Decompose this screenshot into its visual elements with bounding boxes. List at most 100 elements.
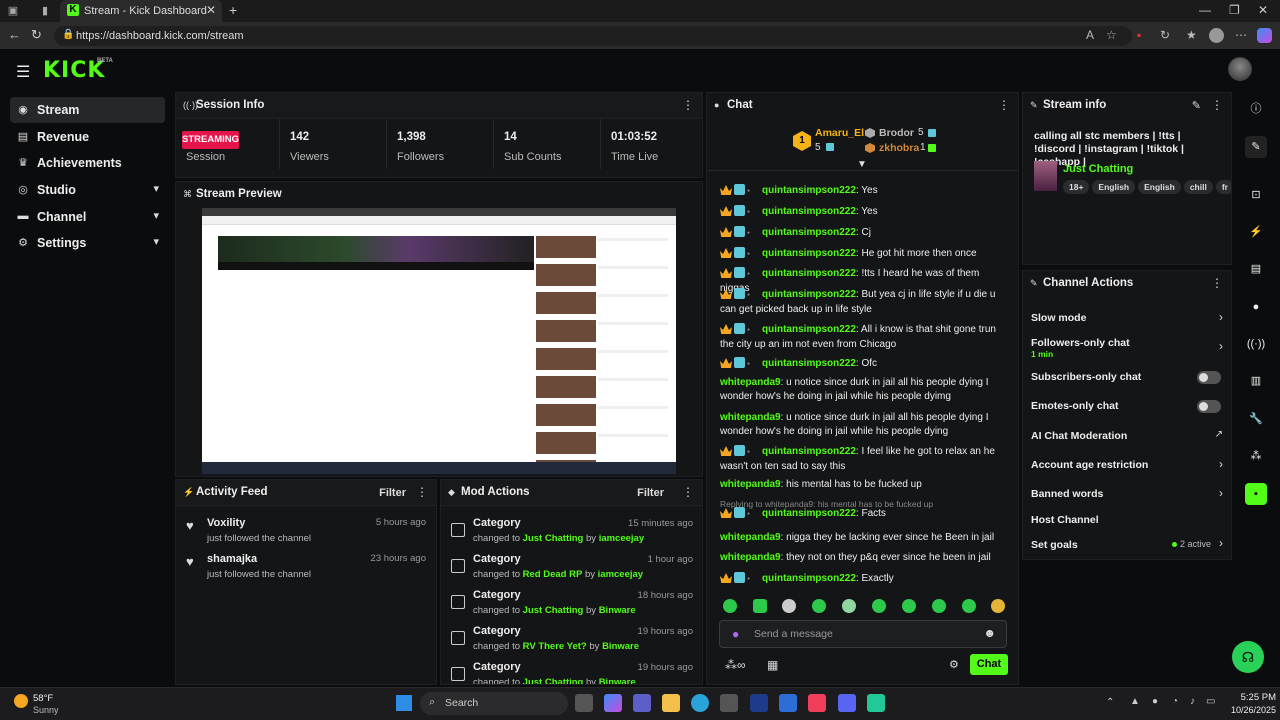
close-tab-icon[interactable]: ✕	[206, 3, 216, 17]
more-options-icon[interactable]: ⋮	[1211, 98, 1223, 112]
slow-mode-row[interactable]: Slow mode	[1031, 312, 1221, 324]
account-age-row[interactable]: Account age restriction	[1031, 459, 1221, 471]
headset-support-icon[interactable]: ☊	[1232, 641, 1264, 673]
chat-username[interactable]: quintansimpson222	[762, 248, 856, 259]
emote-icon[interactable]	[962, 599, 976, 613]
emote-icon[interactable]	[842, 599, 856, 613]
windows-start-icon[interactable]	[396, 695, 412, 711]
app-2-icon[interactable]	[867, 694, 885, 712]
favorite-star-icon[interactable]: ☆	[1106, 28, 1117, 42]
chat-username[interactable]: quintansimpson222	[762, 289, 856, 300]
chat-username[interactable]: quintansimpson222	[762, 358, 856, 369]
copilot-taskbar-icon[interactable]	[604, 694, 622, 712]
chat-rail-icon[interactable]: ●	[1245, 296, 1267, 318]
ai-moderation-row[interactable]: AI Chat Moderation	[1031, 430, 1221, 442]
chat-username[interactable]: whitepanda9	[720, 412, 781, 423]
chat-username[interactable]: whitepanda9	[720, 532, 781, 543]
task-view-icon[interactable]	[575, 694, 593, 712]
collapse-gifters-icon[interactable]: ▼	[857, 159, 867, 170]
chat-username[interactable]: quintansimpson222	[762, 268, 856, 279]
file-explorer-icon[interactable]	[662, 694, 680, 712]
sidebar-item-channel[interactable]: ▬ Channel ▾	[10, 204, 165, 230]
hamburger-menu-icon[interactable]: ☰	[16, 62, 30, 82]
microphone-tray-icon[interactable]: ●	[1152, 696, 1158, 707]
store-icon[interactable]	[720, 694, 738, 712]
chat-username[interactable]: quintansimpson222	[762, 227, 856, 238]
refresh-extension-icon[interactable]: ↻	[1160, 28, 1170, 42]
emote-icon[interactable]	[812, 599, 826, 613]
chevron-right-icon[interactable]: ›	[1219, 486, 1223, 500]
document-icon[interactable]: ▤	[1245, 258, 1267, 280]
broadcast-rail-icon[interactable]: ((·))	[1245, 333, 1267, 355]
filter-button[interactable]: Filter	[637, 487, 664, 499]
emote-icon[interactable]	[723, 599, 737, 613]
emote-icon[interactable]	[991, 599, 1005, 613]
url-bar[interactable]: 🔒 https://dashboard.kick.com/stream	[54, 26, 1132, 46]
host-channel-row[interactable]: Host Channel	[1031, 514, 1221, 526]
sidebar-item-studio[interactable]: ◎ Studio ▾	[10, 177, 165, 203]
emote-icon[interactable]	[902, 599, 916, 613]
edge-icon[interactable]	[691, 694, 709, 712]
layout-icon[interactable]: ▥	[1245, 370, 1267, 392]
emote-icon[interactable]	[753, 599, 767, 613]
browser-profile-avatar[interactable]	[1209, 28, 1224, 43]
gift-box-icon[interactable]: ▦	[767, 658, 778, 672]
more-options-icon[interactable]: ⋮	[998, 98, 1010, 112]
extension-icon[interactable]: ▪	[1137, 28, 1141, 42]
app-icon[interactable]	[779, 694, 797, 712]
sidebar-item-settings[interactable]: ⚙ Settings ▾	[10, 230, 165, 256]
target-icon[interactable]: ⊡	[1245, 184, 1267, 206]
battery-icon[interactable]: ▭	[1206, 696, 1215, 707]
chat-username[interactable]: whitepanda9	[720, 377, 781, 388]
window-close-icon[interactable]: ✕	[1258, 3, 1268, 17]
points-icon[interactable]: ⁂∞	[725, 658, 746, 672]
refresh-icon[interactable]: ↻	[31, 27, 42, 43]
avatar[interactable]	[1228, 57, 1252, 81]
back-arrow-icon[interactable]: ←	[8, 27, 21, 42]
wifi-icon[interactable]: ◔	[1172, 696, 1178, 707]
microphone-icon[interactable]: ●	[732, 627, 739, 641]
discord-icon[interactable]	[838, 694, 856, 712]
more-options-icon[interactable]: ⋮	[682, 485, 694, 499]
chat-input[interactable]: ● Send a message ☻	[719, 620, 1007, 648]
info-icon[interactable]: ⓘ	[1245, 98, 1267, 120]
send-chat-button[interactable]: Chat	[970, 654, 1008, 675]
browser-menu-icon[interactable]: ⋯	[1235, 28, 1247, 42]
feed-username[interactable]: shamajka	[207, 553, 257, 565]
lightning-rail-icon[interactable]: ⚡	[1245, 221, 1267, 243]
feed-username[interactable]: Voxility	[207, 517, 245, 529]
external-link-icon[interactable]: ↗	[1215, 429, 1223, 440]
new-tab-button[interactable]: +	[229, 2, 237, 18]
l-app-icon[interactable]	[750, 694, 768, 712]
chat-username[interactable]: quintansimpson222	[762, 324, 856, 335]
emotes-only-toggle[interactable]	[1197, 400, 1221, 413]
read-aloud-icon[interactable]: A	[1086, 28, 1094, 42]
gifter-name[interactable]: Amaru_El	[815, 127, 864, 139]
more-options-icon[interactable]: ⋮	[682, 98, 694, 112]
subscribers-only-toggle[interactable]	[1197, 371, 1221, 384]
pencil-icon[interactable]: ✎	[1192, 99, 1201, 112]
more-options-icon[interactable]: ⋮	[1211, 276, 1223, 290]
pencil-rail-icon[interactable]: ✎	[1245, 136, 1267, 158]
chat-username[interactable]: quintansimpson222	[762, 185, 856, 196]
chat-username[interactable]: whitepanda9	[720, 479, 781, 490]
chat-settings-gear-icon[interactable]: ⚙	[949, 658, 959, 671]
chevron-right-icon[interactable]: ›	[1219, 457, 1223, 471]
sidebar-item-stream[interactable]: ◉ Stream	[10, 97, 165, 123]
emote-icon[interactable]	[932, 599, 946, 613]
taskbar-search[interactable]: ⌕ Search	[420, 692, 568, 715]
music-icon[interactable]	[808, 694, 826, 712]
browser-tab-active[interactable]: K Stream - Kick Dashboard ✕	[60, 0, 222, 22]
category-name[interactable]: Just Chatting	[1063, 163, 1133, 175]
chevron-right-icon[interactable]: ›	[1219, 310, 1223, 324]
banned-words-row[interactable]: Banned words	[1031, 488, 1221, 500]
maximize-icon[interactable]: ❐	[1229, 3, 1240, 17]
apps-icon[interactable]: ⁂	[1245, 445, 1267, 467]
stream-preview-video[interactable]	[202, 208, 676, 474]
followers-only-row[interactable]: Followers-only chat 1 min	[1031, 337, 1221, 359]
sidebar-item-achievements[interactable]: ♛ Achievements	[10, 150, 165, 176]
chat-username[interactable]: quintansimpson222	[762, 573, 856, 584]
chat-username[interactable]: quintansimpson222	[762, 508, 856, 519]
chevron-right-icon[interactable]: ›	[1219, 339, 1223, 353]
favorites-icon[interactable]: ★	[1186, 28, 1197, 42]
